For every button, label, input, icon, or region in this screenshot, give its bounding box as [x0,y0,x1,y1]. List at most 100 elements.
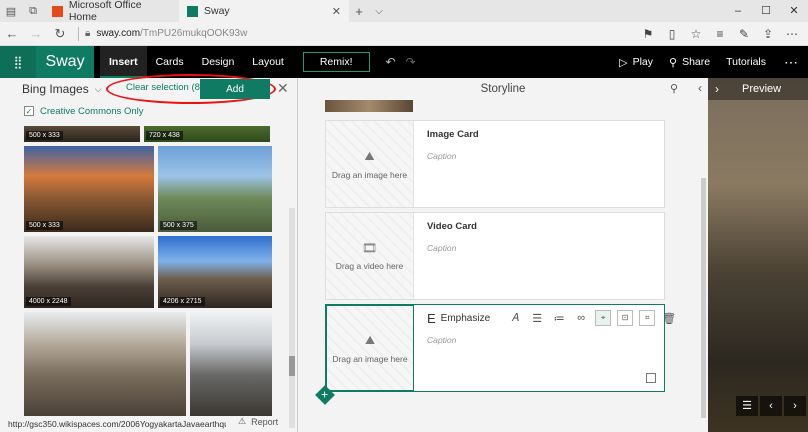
caption-field[interactable]: Caption [427,335,456,345]
next-icon[interactable]: › [784,396,806,416]
fit-icon[interactable]: ⌗ [639,310,656,326]
numbered-list-icon[interactable]: ≔ [548,312,570,325]
new-tab-icon[interactable]: + [349,4,369,19]
report-label: Report [251,416,279,427]
close-window-icon[interactable]: ✕ [780,0,808,22]
focus-point-icon[interactable]: ⌖ [595,310,612,326]
caption-field[interactable]: Caption [427,151,456,161]
thumbnail-size-label: 4206 x 2715 [160,297,205,306]
card-title: Video Card [427,221,477,232]
favorite-star-icon[interactable]: ☆ [684,27,708,41]
close-pane-icon[interactable]: ✕ [277,80,289,97]
share-label: Share [682,56,711,68]
sway-brand: Sway [36,46,94,78]
delete-icon[interactable]: 🗑︎ [658,312,680,325]
insert-pane-scrollbar[interactable] [289,208,295,428]
creative-commons-checkbox[interactable]: ✓ [24,106,34,116]
drop-zone-text: Drag an image here [331,169,408,180]
image-thumbnail[interactable]: 500 x 375 [158,146,272,232]
tutorials-button[interactable]: Tutorials [718,56,774,68]
expand-preview-icon[interactable]: › [708,82,726,96]
menu-layout[interactable]: Layout [243,46,293,78]
image-thumbnail[interactable]: 720 x 438 [144,126,270,142]
header-right-actions: ▷ Play ⚲ Share Tutorials ⋯ [611,46,808,78]
video-drop-zone[interactable]: 🎞︎ Drag a video here [326,213,414,299]
search-icon[interactable]: ⚲ [670,82,678,95]
image-thumbnail[interactable]: 500 x 333 [24,146,154,232]
add-button[interactable]: Add [200,79,270,99]
caption-field[interactable]: Caption [427,243,456,253]
status-bar-url: http://gsc350.wikispaces.com/2006Yogyaka… [0,416,226,432]
navigation-menu-icon[interactable]: ☰ [736,396,758,416]
lock-icon: 🔒︎ [85,28,91,39]
sway-favicon-icon [187,5,198,17]
tab-office-home[interactable]: Microsoft Office Home [44,0,179,23]
share-button[interactable]: ⚲ Share [661,56,718,69]
drop-zone-text: Drag a video here [335,261,404,271]
image-placeholder-icon: ⛰ [364,332,376,347]
report-link[interactable]: ⚠ Report [238,416,278,427]
crop-icon[interactable]: ⊡ [617,310,634,326]
address-separator [78,26,79,41]
image-drop-zone[interactable]: ⛰ Drag an image here [326,305,414,391]
previous-icon[interactable]: ‹ [760,396,782,416]
more-icon[interactable]: ⋯ [780,27,804,41]
app-launcher-icon[interactable]: ⣿ [0,46,36,78]
text-style-icon[interactable]: 𝐴 [504,312,526,325]
collapse-left-icon[interactable]: ‹ [698,81,702,95]
creative-commons-row[interactable]: ✓ Creative Commons Only [0,100,297,122]
image-thumbnail[interactable]: 4206 x 2715 [158,236,272,308]
tab-close-icon[interactable]: ✕ [332,5,341,18]
redo-icon[interactable]: ↷ [406,55,416,69]
share-page-icon[interactable]: ⇪ [756,27,780,41]
card-select-checkbox[interactable] [646,373,656,383]
storyline-scrollbar[interactable] [701,178,706,418]
bullet-list-icon[interactable]: ☰ [526,312,548,325]
image-thumbnail[interactable] [190,312,272,416]
image-thumbnail[interactable] [24,312,186,416]
menu-insert[interactable]: Insert [100,46,147,78]
play-button[interactable]: ▷ Play [611,56,661,69]
image-results-grid: 500 x 333 720 x 438 500 x 333 500 x 375 … [24,126,272,416]
tab-sway[interactable]: Sway ✕ [179,0,349,22]
image-drop-zone[interactable]: ⛰ Drag an image here [326,121,414,207]
minimize-icon[interactable]: – [724,0,752,22]
tab-dropdown-icon[interactable]: ⌵ [369,6,389,17]
share-icon: ⚲ [669,56,678,69]
scrollbar-thumb[interactable] [289,356,295,376]
browser-tab-bar: ▤ ⧉ Microsoft Office Home Sway ✕ + ⌵ – ☐… [0,0,808,23]
insert-pane: Bing Images ⌵ Clear selection (8) Add ✕ … [0,74,298,432]
image-thumbnail[interactable]: 4000 x 2248 [24,236,154,308]
image-thumbnail[interactable]: 500 x 333 [24,126,140,142]
hub-icon[interactable]: ≡ [708,27,732,41]
forward-icon[interactable]: → [24,26,48,41]
clear-selection-link[interactable]: Clear selection (8) [126,82,203,93]
storyline-pane: Storyline ⚲ ‹ ⛰ Drag an image here Image… [298,78,708,432]
undo-icon[interactable]: ↶ [386,55,396,69]
more-options-icon[interactable]: ⋯ [774,54,808,71]
storyline-header: Storyline ⚲ ‹ [298,78,708,100]
refresh-icon[interactable]: ↻ [48,26,72,42]
back-icon[interactable]: ← [0,26,24,41]
chevron-down-icon[interactable]: ⌵ [95,84,102,95]
reading-view-icon[interactable]: ▯ [660,27,684,41]
emphasize-button[interactable]: E Emphasize [427,311,490,326]
tab-office-title: Microsoft Office Home [68,0,142,23]
web-note-icon[interactable]: ✎ [732,27,756,41]
extension-icon[interactable]: ⚑ [636,27,660,41]
emphasize-label: Emphasize [440,312,491,324]
url-field[interactable]: sway.com/TmPU26mukqOOK93w [96,28,247,39]
tab-list-icon[interactable]: ▤ [0,0,22,22]
remix-button[interactable]: Remix! [302,52,370,72]
thumbnail-size-label: 720 x 438 [146,131,183,140]
tab-preview-icon[interactable]: ⧉ [22,0,44,22]
source-dropdown[interactable]: Bing Images [22,82,89,96]
maximize-icon[interactable]: ☐ [752,0,780,22]
browser-toolbar-right: ⚑ ▯ ☆ ≡ ✎ ⇪ ⋯ [636,22,804,46]
image-card-focused[interactable]: ⛰ Drag an image here E Emphasize 𝐴 ☰ ≔ ∞ … [325,304,676,392]
video-card[interactable]: 🎞︎ Drag a video here Video Card Caption [325,212,665,300]
storyline-image-partial[interactable] [325,100,413,112]
link-icon[interactable]: ∞ [570,312,592,324]
image-card[interactable]: ⛰ Drag an image here Image Card Caption [325,120,665,208]
preview-label: Preview [742,83,782,95]
